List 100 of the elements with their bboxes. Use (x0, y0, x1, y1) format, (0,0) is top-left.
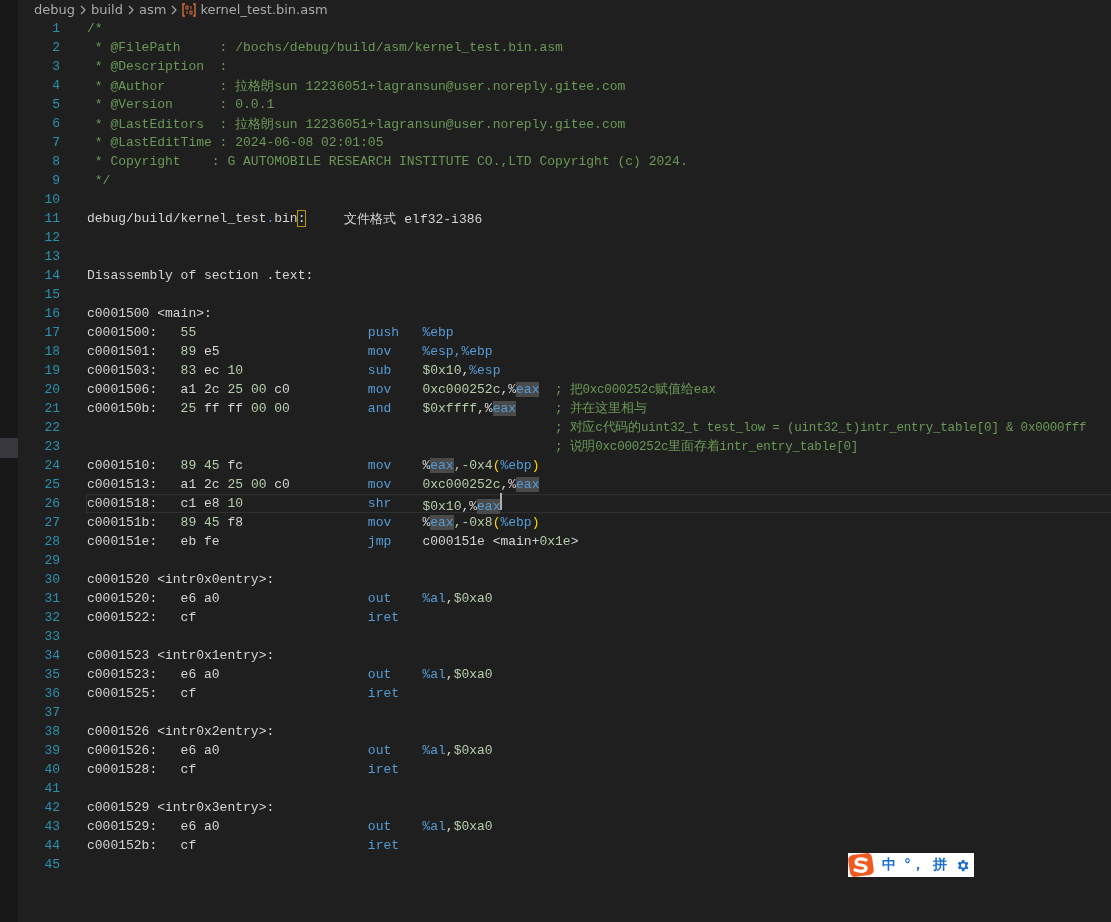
code-token: c0001500 <main>: (87, 306, 212, 321)
line-number: 13 (43, 249, 60, 264)
line-number: 1 (51, 21, 60, 36)
line-number: 12 (43, 230, 60, 245)
code-bytes: 55 (180, 325, 197, 340)
code-address: c0001522: (87, 610, 158, 625)
line-number: 43 (43, 819, 60, 834)
line-number: 33 (43, 629, 60, 644)
code-token: : (297, 211, 306, 226)
code-mnemonic: mov (367, 515, 392, 530)
code-mnemonic: iret (367, 686, 400, 701)
line-number: 35 (43, 667, 60, 682)
code-address: c000151e: (87, 534, 158, 549)
line-number: 20 (43, 382, 60, 397)
code-mnemonic: iret (367, 762, 400, 777)
code-bytes: a1 2c 25 00 c0 (180, 382, 290, 397)
line-number: 7 (51, 135, 60, 150)
code-bytes: cf (180, 838, 197, 853)
code-bytes: e6 a0 (180, 591, 220, 606)
code-bytes: 83 ec 10 (180, 363, 244, 378)
line-number: 39 (43, 743, 60, 758)
comment-text: ; 对应c代码的uint32_t test_low = (uint32_t)intr_entry_table[0] & 0x0000fff (555, 419, 1087, 436)
line-number: 4 (51, 78, 60, 93)
code-token: 文件格式 elf32-i386 (343, 210, 483, 228)
code-operands: %al,$0xa0 (422, 591, 493, 606)
line-number: 10 (43, 192, 60, 207)
breadcrumb-item[interactable]: asm (138, 2, 167, 17)
code-bytes: 89 45 f8 (180, 515, 244, 530)
ime-button[interactable]: 拼 (933, 856, 947, 874)
code-mnemonic: push (367, 325, 400, 340)
code-address: c0001503: (87, 363, 158, 378)
code-operands: 0xc000252c,%eax (422, 382, 540, 397)
line-number: 8 (51, 154, 60, 169)
line-number: 38 (43, 724, 60, 739)
comment-text: * @LastEditors : 拉格朗sun 12236051+lagransun@user.noreply.gitee.com (93, 115, 626, 133)
code-mnemonic: out (367, 743, 392, 758)
line-number: 11 (43, 211, 60, 226)
code-address: c0001510: (87, 458, 158, 473)
comment-text: * @Version : 0.0.1 (93, 97, 275, 112)
code-address: c0001525: (87, 686, 158, 701)
comment-text: * @Description : (93, 59, 228, 74)
code-bytes: e6 a0 (180, 819, 220, 834)
line-number: 29 (43, 553, 60, 568)
code-token: bin (274, 211, 298, 226)
ime-button[interactable]: °， (904, 856, 925, 874)
settings-icon[interactable] (955, 857, 970, 873)
code-mnemonic: mov (367, 344, 392, 359)
code-operands: 0xc000252c,%eax (422, 477, 540, 492)
code-operands: $0x10,%eax (422, 499, 501, 514)
breadcrumb-item[interactable]: debug (34, 2, 75, 17)
line-number: 42 (43, 800, 60, 815)
line-number: 17 (43, 325, 60, 340)
code-mnemonic: out (367, 667, 392, 682)
code-mnemonic: jmp (367, 534, 392, 549)
code-bytes: c1 e8 10 (180, 496, 244, 511)
code-bytes: eb fe (180, 534, 220, 549)
code-address: c0001506: (87, 382, 158, 397)
comment-text: * @FilePath : /bochs/debug/build/asm/kernel_test.bin.asm (93, 40, 563, 55)
comment-text: /* (87, 21, 103, 36)
line-number: 3 (51, 59, 60, 74)
code-bytes: cf (180, 686, 197, 701)
code-mnemonic: mov (367, 382, 392, 397)
code-bytes: cf (180, 610, 197, 625)
comment-text: ; 说明0xc000252c里面存着intr_entry_table[0] (555, 438, 859, 455)
code-operands: %al,$0xa0 (422, 667, 493, 682)
comment-text: ; 并在这里相与 (555, 400, 647, 417)
line-number: 40 (43, 762, 60, 777)
code-address: c0001529: (87, 819, 158, 834)
ime-button[interactable]: 中 (882, 856, 896, 874)
comment-text: ; 把0xc000252c赋值给eax (555, 381, 716, 398)
line-number: 9 (51, 173, 60, 188)
breadcrumb-item[interactable]: build (91, 2, 123, 17)
code-bytes: 89 e5 (180, 344, 220, 359)
code-token: c0001526 <intr0x2entry>: (87, 724, 275, 739)
line-number: 23 (43, 439, 60, 454)
code-operands: $0x10,%esp (422, 363, 501, 378)
code-address: c0001523: (87, 667, 158, 682)
line-number: 27 (43, 515, 60, 530)
binary-file-icon (182, 2, 197, 17)
code-mnemonic: iret (367, 838, 400, 853)
code-bytes: cf (180, 762, 197, 777)
code-mnemonic: sub (367, 363, 392, 378)
sidebar-highlight (0, 438, 18, 458)
breadcrumb-item[interactable]: kernel_test.bin.asm (200, 2, 328, 17)
comment-text: * Copyright : G AUTOMOBILE RESEARCH INSTITUTE CO.,LTD Copyright (c) 2024. (93, 154, 688, 169)
chevron-icon (126, 4, 135, 15)
line-number: 24 (43, 458, 60, 473)
code-address: c0001526: (87, 743, 158, 758)
line-number: 36 (43, 686, 60, 701)
code-operands: %al,$0xa0 (422, 743, 493, 758)
code-mnemonic: out (367, 591, 392, 606)
code-operands: %ebp (422, 325, 454, 340)
code-bytes: a1 2c 25 00 c0 (180, 477, 290, 492)
comment-text: * @LastEditTime : 2024-06-08 02:01:05 (93, 135, 384, 150)
code-token: c0001523 <intr0x1entry>: (87, 648, 275, 663)
line-number: 44 (43, 838, 60, 853)
line-number: 16 (43, 306, 60, 321)
code-token: debug/build/kernel_test (87, 211, 267, 226)
line-number: 26 (43, 496, 60, 511)
line-number: 22 (43, 420, 60, 435)
